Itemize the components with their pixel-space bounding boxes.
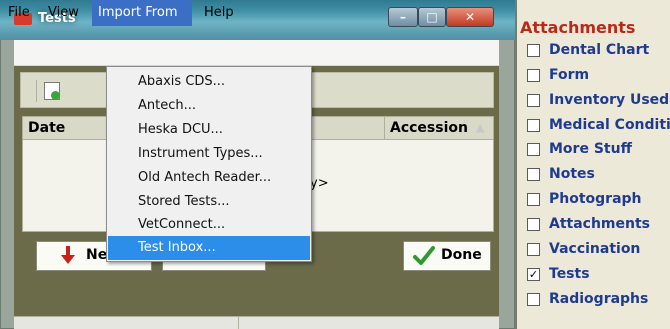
sort-arrow-icon: ▲ — [476, 121, 485, 134]
attachment-label: Inventory Used — [549, 92, 670, 108]
menu-help[interactable]: Help — [198, 0, 240, 26]
attachment-label: Tests — [549, 266, 590, 282]
checkmark-icon — [413, 246, 435, 265]
attachment-label: Radiographs — [549, 291, 649, 307]
menu-item-instrument-types[interactable]: Instrument Types... — [108, 142, 310, 166]
new-button-label: Ne — [86, 247, 108, 263]
attachment-label: Medical Condition — [549, 117, 670, 133]
menu-item-vetconnect[interactable]: VetConnect... — [108, 213, 310, 237]
attachment-label: Attachments — [549, 216, 651, 232]
attachment-tests[interactable]: ✓ Tests — [527, 266, 670, 284]
minimize-button[interactable]: – — [388, 7, 418, 27]
menu-file[interactable]: File — [2, 0, 36, 26]
attachments-title: Attachments — [520, 18, 636, 37]
menu-item-abaxis-cds[interactable]: Abaxis CDS... — [108, 70, 310, 94]
checkbox[interactable] — [527, 218, 540, 231]
column-header-date[interactable]: Date — [28, 120, 65, 136]
checkbox[interactable] — [527, 143, 540, 156]
attachment-notes[interactable]: Notes — [527, 166, 670, 184]
menu-import-from[interactable]: Import From — [92, 0, 192, 26]
attachment-attachments[interactable]: Attachments — [527, 216, 670, 234]
new-document-icon[interactable] — [44, 82, 60, 100]
checkbox[interactable] — [527, 44, 540, 57]
status-divider — [238, 316, 239, 329]
attachment-vaccination[interactable]: Vaccination — [527, 241, 670, 259]
menu-item-antech[interactable]: Antech... — [108, 94, 310, 118]
attachment-label: Photograph — [549, 191, 642, 207]
attachment-label: Notes — [549, 166, 595, 182]
maximize-button[interactable]: □ — [418, 7, 446, 27]
checkbox[interactable] — [527, 69, 540, 82]
menu-item-stored-tests[interactable]: Stored Tests... — [108, 190, 310, 214]
checkbox[interactable] — [527, 243, 540, 256]
attachment-dental-chart[interactable]: Dental Chart — [527, 42, 670, 60]
attachment-medical-condition[interactable]: Medical Condition — [527, 117, 670, 135]
menu-item-old-antech-reader[interactable]: Old Antech Reader... — [108, 166, 310, 190]
checkbox[interactable] — [527, 94, 540, 107]
checkbox[interactable] — [527, 119, 540, 132]
menu-bar — [14, 40, 499, 66]
checkbox[interactable] — [527, 293, 540, 306]
attachment-radiographs[interactable]: Radiographs — [527, 291, 670, 309]
checkbox[interactable] — [527, 193, 540, 206]
menu-view[interactable]: View — [42, 0, 85, 26]
attachment-more-stuff[interactable]: More Stuff — [527, 141, 670, 159]
attachment-inventory-used[interactable]: Inventory Used — [527, 92, 670, 110]
attachment-photograph[interactable]: Photograph — [527, 191, 670, 209]
grid-empty-text: y> — [310, 176, 329, 191]
done-button-label: Done — [441, 247, 482, 263]
column-header-accession[interactable]: Accession — [390, 120, 468, 136]
checkbox[interactable] — [527, 168, 540, 181]
attachment-label: Form — [549, 67, 590, 83]
attachment-form[interactable]: Form — [527, 67, 670, 85]
down-arrow-icon — [61, 246, 75, 264]
menu-item-heska-dcu[interactable]: Heska DCU... — [108, 118, 310, 142]
toolbar-separator — [36, 80, 37, 102]
close-button[interactable]: ✕ — [446, 7, 494, 27]
checkbox[interactable]: ✓ — [527, 268, 540, 281]
menu-item-test-inbox[interactable]: Test Inbox... — [108, 236, 310, 260]
attachment-label: Vaccination — [549, 241, 641, 257]
attachment-label: More Stuff — [549, 141, 632, 157]
status-bar — [14, 316, 499, 329]
attachment-label: Dental Chart — [549, 42, 650, 58]
